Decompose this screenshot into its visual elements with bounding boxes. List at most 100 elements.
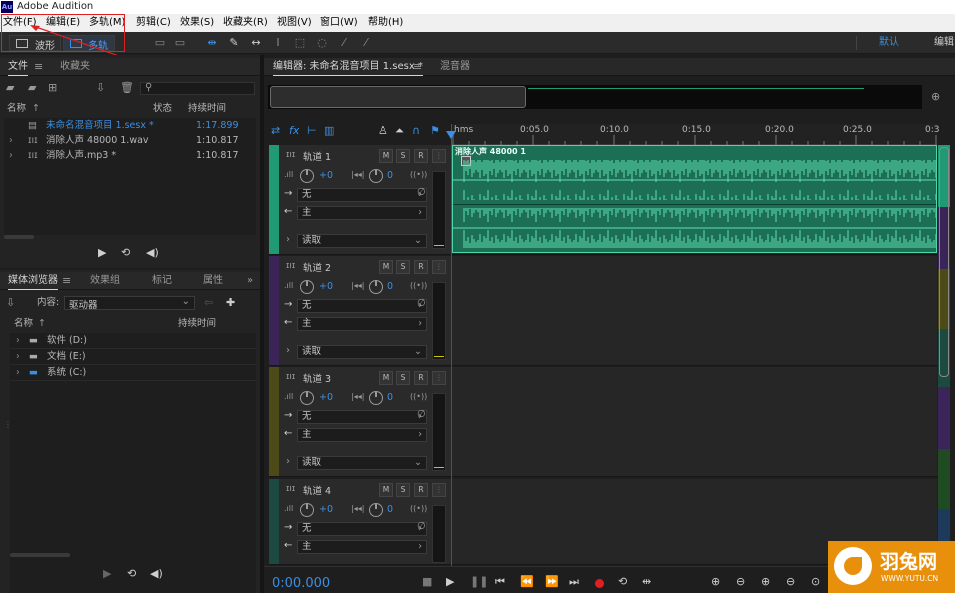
- media-column-name[interactable]: 名称: [14, 317, 33, 331]
- track-options-icon[interactable]: ⋮: [432, 483, 446, 497]
- phase-invert-icon[interactable]: ∅: [417, 409, 426, 420]
- mute-button[interactable]: M: [379, 149, 393, 163]
- scroll-thumb[interactable]: [939, 147, 949, 377]
- horizontal-scrollbar[interactable]: [10, 553, 70, 557]
- panel-menu-icon[interactable]: ≡: [62, 274, 71, 288]
- expand-automation-icon[interactable]: ›: [286, 456, 290, 467]
- effects-fx-icon[interactable]: fx: [289, 124, 299, 138]
- zoom-out-time-icon[interactable]: ⊖: [786, 575, 795, 589]
- pan-value[interactable]: 0: [387, 170, 393, 181]
- track-lane-3[interactable]: [452, 367, 937, 477]
- track-name[interactable]: 轨道 2: [303, 260, 331, 274]
- fast-forward-icon[interactable]: ⏩: [545, 575, 559, 589]
- resize-grip-icon[interactable]: ⋮: [4, 420, 12, 450]
- list-item[interactable]: › ▬ 软件 (D:): [10, 333, 256, 349]
- volume-value[interactable]: +0: [319, 504, 333, 515]
- import-file-icon[interactable]: ▰: [28, 81, 36, 95]
- mute-button[interactable]: M: [379, 260, 393, 274]
- track-name[interactable]: 轨道 4: [303, 483, 331, 497]
- record-arm-button[interactable]: R: [414, 149, 428, 163]
- timecode-display[interactable]: 0:00.000: [272, 576, 330, 591]
- input-selector[interactable]: 无 ›: [297, 522, 427, 536]
- audio-clip[interactable]: 消除人声 48000 1: [452, 145, 937, 253]
- list-item[interactable]: › ɪıɪ 消除人声.mp3 * 1:10.817: [4, 149, 256, 164]
- horizontal-scrollbar[interactable]: [4, 235, 34, 239]
- automation-mode-select[interactable]: 读取 ⌄: [297, 345, 427, 359]
- tab-markers[interactable]: 标记: [152, 272, 172, 290]
- autoplay-icon[interactable]: ◀): [150, 567, 163, 581]
- expand-chevron-icon[interactable]: ›: [16, 350, 20, 364]
- sends-icon[interactable]: ⇄: [271, 124, 280, 138]
- zoom-out-amplitude-icon[interactable]: ⊖: [736, 575, 745, 589]
- autoplay-icon[interactable]: ◀): [146, 246, 159, 260]
- eq-icon[interactable]: ⊢: [307, 124, 317, 138]
- back-arrow-icon[interactable]: ⇦: [204, 296, 213, 310]
- pan-knob[interactable]: [369, 280, 383, 294]
- expand-chevron-icon[interactable]: ›: [16, 366, 20, 380]
- track-options-icon[interactable]: ⋮: [432, 371, 446, 385]
- zoom-in-amplitude-icon[interactable]: ⊕: [711, 575, 720, 589]
- add-shortcut-icon[interactable]: ✚: [226, 296, 235, 310]
- track-lane-1[interactable]: 消除人声 48000 1: [452, 145, 937, 255]
- list-item[interactable]: › ▬ 文档 (E:): [10, 349, 256, 365]
- column-header-duration[interactable]: 持续时间: [188, 102, 226, 116]
- expand-chevron-icon[interactable]: ›: [9, 149, 13, 163]
- phase-invert-icon[interactable]: ∅: [417, 187, 426, 198]
- solo-button[interactable]: S: [396, 483, 410, 497]
- automation-mode-select[interactable]: 读取 ⌄: [297, 234, 427, 248]
- track-header-4[interactable]: ɪıɪ 轨道 4 M S R ⋮ .ıll +0 |◂◂| 0 ((•)) → …: [269, 479, 452, 565]
- list-item[interactable]: ▤ 未命名混音项目 1.sesx * 1:17.899: [4, 119, 256, 134]
- marker-icon[interactable]: ⚑: [430, 124, 440, 138]
- output-selector[interactable]: 主 ›: [297, 206, 427, 220]
- list-item[interactable]: › ɪıɪ 消除人声 48000 1.wav 1:10.817: [4, 134, 256, 149]
- column-header-name[interactable]: 名称: [7, 102, 26, 116]
- tab-favorites[interactable]: 收藏夹: [60, 58, 90, 76]
- output-selector[interactable]: 主 ›: [297, 428, 427, 442]
- expand-chevron-icon[interactable]: ›: [9, 134, 13, 148]
- expand-automation-icon[interactable]: ›: [286, 345, 290, 356]
- tab-files[interactable]: 文件: [8, 58, 28, 76]
- align-icon[interactable]: ⏶: [395, 124, 404, 138]
- overview-bar[interactable]: [268, 85, 922, 109]
- trash-icon[interactable]: 🗑: [120, 81, 134, 95]
- rewind-icon[interactable]: ⏪: [520, 575, 534, 589]
- loop-icon[interactable]: ⟲: [121, 246, 130, 260]
- import-icon[interactable]: ⇩: [6, 296, 15, 310]
- metronome-icon[interactable]: ♙: [378, 124, 388, 138]
- go-to-start-icon[interactable]: ⏮: [495, 575, 505, 589]
- track-options-icon[interactable]: ⋮: [432, 149, 446, 163]
- list-item[interactable]: › ▬ 系统 (C:): [10, 365, 256, 381]
- phase-invert-icon[interactable]: ∅: [417, 521, 426, 532]
- playhead-handle-icon[interactable]: [446, 131, 456, 139]
- overview-zoom-handle[interactable]: [270, 86, 526, 108]
- automation-mode-select[interactable]: 读取 ⌄: [297, 456, 427, 470]
- volume-knob[interactable]: [300, 169, 314, 183]
- phase-invert-icon[interactable]: ∅: [417, 298, 426, 309]
- record-arm-button[interactable]: R: [414, 260, 428, 274]
- snap-magnet-icon[interactable]: ∩: [412, 124, 420, 138]
- files-search-input[interactable]: ⚲: [140, 82, 255, 95]
- skip-selection-icon[interactable]: ⇹: [642, 575, 651, 589]
- track-lane-2[interactable]: [452, 256, 937, 366]
- tab-media-browser[interactable]: 媒体浏览器: [8, 272, 58, 290]
- expand-chevron-icon[interactable]: ›: [16, 334, 20, 348]
- column-header-status[interactable]: 状态: [153, 102, 172, 116]
- input-selector[interactable]: 无 ›: [297, 299, 427, 313]
- volume-knob[interactable]: [300, 391, 314, 405]
- pan-value[interactable]: 0: [387, 392, 393, 403]
- track-header-3[interactable]: ɪıɪ 轨道 3 M S R ⋮ .ıll +0 |◂◂| 0 ((•)) → …: [269, 367, 452, 477]
- new-file-icon[interactable]: ⊞: [48, 81, 57, 95]
- record-arm-button[interactable]: R: [414, 371, 428, 385]
- panel-menu-icon[interactable]: ≡: [34, 60, 43, 74]
- input-selector[interactable]: 无 ›: [297, 188, 427, 202]
- play-icon[interactable]: ▶: [446, 575, 454, 589]
- track-header-1[interactable]: ɪıɪ 轨道 1 M S R ⋮ .ıll +0 |◂◂| 0 ((•)) → …: [269, 145, 452, 255]
- meter-icon[interactable]: ▥: [324, 124, 334, 138]
- panel-menu-icon[interactable]: ≡: [413, 60, 422, 74]
- zoom-navigator-icon[interactable]: ⊕: [931, 90, 940, 104]
- stop-icon[interactable]: ■: [422, 575, 432, 589]
- volume-knob[interactable]: [300, 280, 314, 294]
- pan-value[interactable]: 0: [387, 504, 393, 515]
- mute-button[interactable]: M: [379, 483, 393, 497]
- vertical-scrollbar[interactable]: [937, 145, 951, 565]
